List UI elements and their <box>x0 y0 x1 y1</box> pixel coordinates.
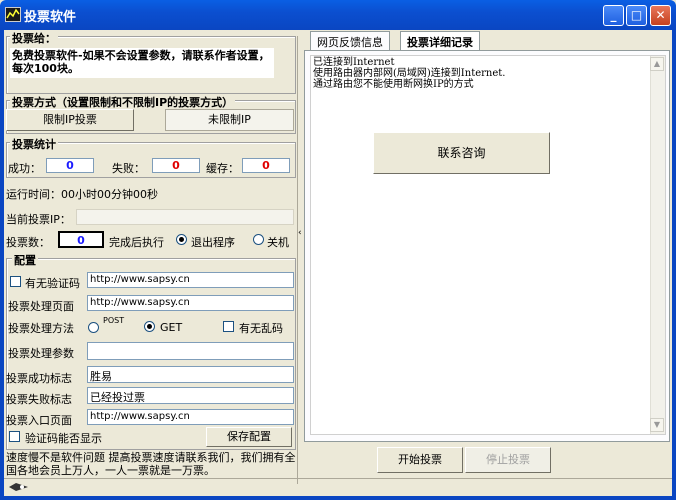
tab-vote-records[interactable]: 投票详细记录 <box>400 31 480 50</box>
window-frame-bottom <box>0 496 676 500</box>
minimize-icon: _ <box>610 8 617 22</box>
window-frame-left <box>0 30 4 500</box>
mode-heading: 投票方式（设置限制和不限制IP的投票方式） <box>10 94 236 110</box>
notice-text: 免费投票软件-如果不会设置参数，请联系作者设置，每次100块。 <box>10 48 274 78</box>
post-radio[interactable] <box>88 322 99 333</box>
start-vote-button[interactable]: 开始投票 <box>377 447 463 473</box>
fail-label: 失败： <box>112 162 145 175</box>
current-ip-label: 当前投票IP： <box>6 213 71 226</box>
garble-label: 有无乱码 <box>239 322 283 335</box>
log-scrollbar[interactable] <box>650 56 665 434</box>
shutdown-radio[interactable] <box>253 234 264 245</box>
limited-ip-button[interactable]: 限制IP投票 <box>6 109 134 131</box>
get-label: GET <box>160 321 183 334</box>
footer-text: 速度慢不是软件问题 提高投票速度请联系我们，我们拥有全国各地会员上万人，一人一票… <box>6 451 296 477</box>
tab-web-feedback[interactable]: 网页反馈信息 <box>310 31 390 50</box>
success-flag-label: 投票成功标志 <box>6 372 72 385</box>
splitter-arrow-icon: ‹ <box>298 228 302 238</box>
status-bar <box>4 478 672 496</box>
success-count: 0 <box>46 158 94 173</box>
params-label: 投票处理参数 <box>8 347 74 360</box>
maximize-button[interactable]: □ <box>626 5 647 26</box>
stop-vote-button[interactable]: 停止投票 <box>465 447 551 473</box>
vote-count-label: 投票数： <box>6 236 50 249</box>
exit-program-radio[interactable] <box>176 234 187 245</box>
config-heading: 配置 <box>12 252 38 268</box>
entry-label: 投票入口页面 <box>6 414 72 427</box>
window-title: 投票软件 <box>24 10 77 25</box>
log-text: 已连接到Internet 使用路由器内部网(局域网)连接到Internet. 通… <box>313 57 505 90</box>
runtime-text: 运行时间：00小时00分钟00秒 <box>6 188 158 201</box>
log-line: 已连接到Internet <box>313 57 395 68</box>
save-config-button[interactable]: 保存配置 <box>206 427 292 447</box>
captcha-url-input[interactable]: http://www.sapsy.cn <box>87 272 294 288</box>
cache-label: 缓存： <box>206 162 239 175</box>
scroll-up-icon[interactable]: ▲ <box>650 57 664 71</box>
garble-checkbox[interactable] <box>223 321 234 332</box>
app-icon <box>5 7 21 22</box>
notice-heading: 投票给： <box>10 30 58 46</box>
maximize-icon: □ <box>630 8 643 22</box>
close-button[interactable]: ✕ <box>650 5 671 26</box>
log-line: 通过路由您不能使用断网换IP的方式 <box>313 79 474 90</box>
captcha-checkbox[interactable] <box>10 276 21 287</box>
success-flag-input[interactable]: 胜易 <box>87 366 294 383</box>
cache-count: 0 <box>242 158 290 173</box>
post-label: POST <box>103 316 125 325</box>
title-bar[interactable] <box>0 0 676 30</box>
after-complete-label: 完成后执行 <box>109 236 164 249</box>
close-icon: ✕ <box>655 8 666 22</box>
scroll-down-icon[interactable]: ▼ <box>650 418 664 432</box>
stats-heading: 投票统计 <box>10 136 58 152</box>
fail-flag-label: 投票失败标志 <box>6 393 72 406</box>
vote-count-input[interactable]: 0 <box>58 231 104 248</box>
page-label: 投票处理页面 <box>8 300 74 313</box>
get-radio[interactable] <box>144 321 155 332</box>
unlimited-ip-button[interactable]: 未限制IP <box>165 109 294 131</box>
captcha-label: 有无验证码 <box>25 277 80 290</box>
entry-url-input[interactable]: http://www.sapsy.cn <box>87 409 294 425</box>
status-icon <box>8 482 30 495</box>
current-ip-field <box>76 209 294 225</box>
log-line: 使用路由器内部网(局域网)连接到Internet. <box>313 68 506 79</box>
captcha-show-checkbox[interactable] <box>9 431 20 442</box>
log-textarea[interactable] <box>310 55 666 435</box>
splitter-handle[interactable] <box>297 36 302 484</box>
exit-program-label: 退出程序 <box>191 236 235 249</box>
minimize-button[interactable]: _ <box>603 5 624 26</box>
shutdown-label: 关机 <box>267 236 289 249</box>
fail-flag-input[interactable]: 已经投过票 <box>87 387 294 404</box>
params-input[interactable] <box>87 342 294 360</box>
contact-consult-button[interactable]: 联系咨询 <box>373 132 550 174</box>
method-label: 投票处理方法 <box>8 322 74 335</box>
window-frame-right <box>672 30 676 500</box>
fail-count: 0 <box>152 158 200 173</box>
page-url-input[interactable]: http://www.sapsy.cn <box>87 295 294 311</box>
success-label: 成功： <box>8 162 41 175</box>
captcha-show-label: 验证码能否显示 <box>25 432 102 445</box>
